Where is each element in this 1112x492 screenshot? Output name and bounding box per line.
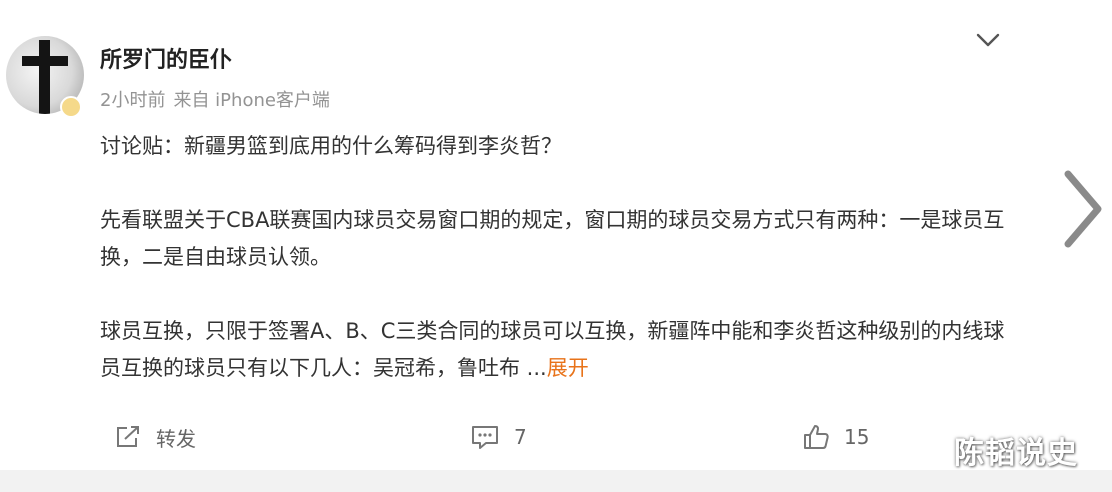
comment-icon [472,426,498,449]
share-icon [117,426,139,447]
expand-link[interactable]: 展开 [547,356,589,380]
post-divider [0,470,1112,492]
author-name[interactable]: 所罗门的臣仆 [100,42,232,74]
repost-button[interactable]: 转发 [114,420,196,454]
watermark: 陈韬说史 [954,436,1078,471]
post-paragraph-last: 球员互换，只限于签署A、B、C三类合同的球员可以互换，新疆阵中能和李炎哲这种级别… [100,313,1005,387]
comment-count: 7 [514,425,527,449]
chevron-right-icon[interactable] [1058,168,1106,250]
post-meta: 2小时前 来自 iPhone客户端 [100,86,330,112]
thumbs-up-icon [804,425,829,449]
post-source: 来自 iPhone客户端 [173,90,330,111]
like-button[interactable]: 15 [802,420,869,454]
verified-badge-icon [60,96,82,118]
repost-label: 转发 [156,426,196,451]
like-count: 15 [844,425,870,449]
chevron-down-icon[interactable] [974,30,1002,50]
post-body: 讨论贴：新疆男篮到底用的什么筹码得到李炎哲？ 先看联盟关于CBA联赛国内球员交易… [100,128,1005,387]
comment-button[interactable]: 7 [470,420,527,454]
post-time: 2小时前 [100,90,166,111]
post-paragraph: 先看联盟关于CBA联赛国内球员交易窗口期的规定，窗口期的球员交易方式只有两种：一… [100,208,1005,269]
post-paragraph: 讨论贴：新疆男篮到底用的什么筹码得到李炎哲？ [100,134,562,158]
